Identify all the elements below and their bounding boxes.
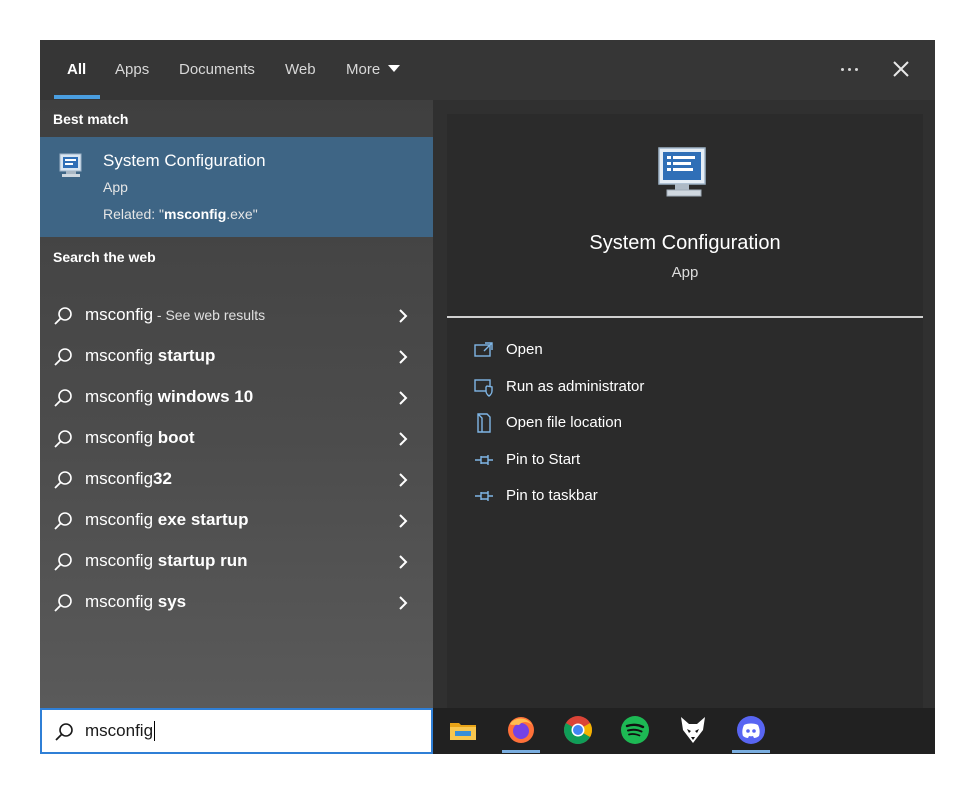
web-suggestion-text: msconfig boot (85, 428, 195, 447)
chevron-right-icon[interactable] (397, 308, 409, 324)
web-suggestion-item[interactable]: msconfig windows 10 (40, 377, 433, 418)
search-icon (54, 471, 72, 489)
more-options-icon[interactable] (841, 64, 858, 76)
open-icon (474, 342, 493, 357)
text-caret (154, 720, 156, 741)
web-suggestion-text: msconfig - See web results (85, 305, 266, 324)
detail-pane: System Configuration App Open Run as adm… (433, 100, 935, 708)
web-suggestion-item[interactable]: msconfig32 (40, 459, 433, 500)
search-web-heading: Search the web (53, 249, 156, 265)
detail-app-type: App (671, 264, 699, 281)
chevron-right-icon[interactable] (397, 472, 409, 488)
tab-web[interactable]: Web (285, 40, 316, 100)
search-icon (54, 348, 72, 366)
detail-card: System Configuration App Open Run as adm… (447, 114, 923, 708)
search-icon (54, 307, 72, 325)
search-tab-bar: All Apps Documents Web More (40, 40, 935, 100)
active-tab-indicator (54, 95, 100, 99)
web-suggestion-text: msconfig windows 10 (85, 387, 254, 406)
taskbar (433, 708, 935, 754)
discord-running-indicator (732, 750, 770, 753)
system-configuration-icon (59, 153, 82, 177)
detail-app-title: System Configuration (589, 232, 781, 254)
fox-app-icon[interactable] (677, 714, 709, 746)
web-suggestion-item[interactable]: msconfig boot (40, 418, 433, 459)
open-label: Open (506, 341, 543, 358)
web-suggestion-item[interactable]: msconfig startup run (40, 541, 433, 582)
best-match-related: Related: "msconfig.exe" (103, 206, 258, 222)
web-suggestion-text: msconfig32 (85, 469, 172, 488)
best-match-result[interactable]: System Configuration App Related: "mscon… (40, 137, 433, 237)
search-icon (54, 594, 72, 612)
tab-all[interactable]: All (67, 40, 86, 100)
web-suggestion-item[interactable]: msconfig exe startup (40, 500, 433, 541)
search-icon (54, 430, 72, 448)
tab-documents[interactable]: Documents (179, 40, 255, 100)
pin-to-start-label: Pin to Start (506, 451, 581, 468)
chevron-right-icon[interactable] (397, 595, 409, 611)
file-explorer-icon[interactable] (447, 714, 479, 746)
file-location-icon (477, 413, 491, 433)
chrome-icon[interactable] (562, 714, 594, 746)
system-configuration-icon (658, 147, 706, 197)
chevron-down-icon (388, 64, 401, 72)
web-suggestion-text: msconfig exe startup (85, 510, 249, 529)
discord-icon[interactable] (735, 714, 767, 746)
web-suggestion-text: msconfig sys (85, 592, 187, 611)
pin-icon (475, 455, 493, 465)
tab-more-label: More (346, 61, 381, 78)
search-icon (54, 389, 72, 407)
chevron-right-icon[interactable] (397, 349, 409, 365)
chevron-right-icon[interactable] (397, 390, 409, 406)
spotify-icon[interactable] (619, 714, 651, 746)
search-input-text: msconfig (85, 720, 156, 741)
search-input[interactable]: msconfig (40, 708, 433, 754)
web-suggestion-text: msconfig startup (85, 346, 216, 365)
tab-apps[interactable]: Apps (115, 40, 149, 100)
search-icon (55, 723, 73, 741)
best-match-heading: Best match (53, 111, 129, 127)
firefox-running-indicator (502, 750, 540, 753)
open-file-location-label: Open file location (506, 414, 622, 431)
chevron-right-icon[interactable] (397, 554, 409, 570)
web-suggestion-item[interactable]: msconfig startup (40, 336, 433, 377)
chevron-right-icon[interactable] (397, 431, 409, 447)
shield-icon (474, 379, 493, 397)
close-icon[interactable] (888, 56, 914, 82)
pin-to-taskbar-label: Pin to taskbar (506, 487, 598, 504)
divider (447, 316, 923, 318)
web-suggestion-item[interactable]: msconfig sys (40, 582, 433, 623)
tab-more[interactable]: More (346, 40, 401, 100)
search-icon (54, 512, 72, 530)
pin-icon (475, 491, 493, 501)
run-as-administrator-label: Run as administrator (506, 378, 645, 395)
search-window: All Apps Documents Web More Best match S… (40, 40, 935, 754)
web-suggestion-text: msconfig startup run (85, 551, 248, 570)
web-suggestion-item[interactable]: msconfig - See web results (40, 295, 433, 336)
best-match-type: App (103, 179, 128, 195)
search-icon (54, 553, 72, 571)
firefox-icon[interactable] (505, 714, 537, 746)
chevron-right-icon[interactable] (397, 513, 409, 529)
results-pane: Best match System Configuration App Rela… (40, 100, 433, 708)
best-match-title: System Configuration (103, 151, 266, 170)
